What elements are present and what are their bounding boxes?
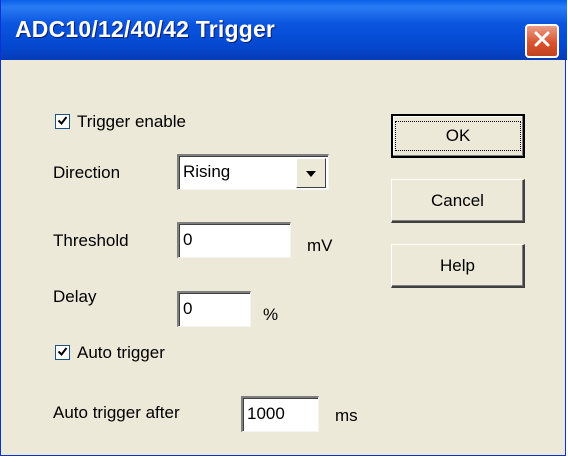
direction-value: Rising	[183, 162, 231, 181]
checkmark-icon	[57, 113, 68, 131]
chevron-down-icon	[305, 157, 317, 189]
trigger-dialog: ADC10/12/40/42 Trigger Trigger enable Di…	[0, 0, 567, 456]
auto-trigger-after-label: Auto trigger after	[53, 403, 180, 422]
auto-trigger-after-input[interactable]: 1000	[241, 396, 319, 432]
close-icon	[533, 30, 551, 53]
threshold-unit: mV	[307, 236, 333, 255]
auto-trigger-label[interactable]: Auto trigger	[77, 343, 165, 363]
checkmark-icon	[57, 344, 68, 362]
threshold-label: Threshold	[53, 231, 129, 250]
trigger-enable-checkbox[interactable]	[55, 114, 70, 129]
auto-trigger-after-unit: ms	[335, 406, 358, 425]
delay-unit: %	[263, 305, 279, 324]
ok-button-label: OK	[394, 121, 522, 151]
delay-input[interactable]: 0	[177, 291, 251, 327]
help-button[interactable]: Help	[391, 244, 525, 288]
direction-select[interactable]: Rising	[177, 154, 329, 190]
delay-label: Delay	[53, 287, 97, 306]
threshold-input[interactable]: 0	[177, 222, 291, 258]
direction-label: Direction	[53, 163, 121, 182]
close-button[interactable]	[525, 24, 559, 58]
trigger-enable-label[interactable]: Trigger enable	[77, 112, 186, 132]
window-title: ADC10/12/40/42 Trigger	[15, 16, 276, 42]
ok-button[interactable]: OK	[391, 114, 525, 158]
cancel-button-label: Cancel	[431, 190, 484, 210]
direction-dropdown-button[interactable]	[296, 158, 326, 188]
title-bar[interactable]: ADC10/12/40/42 Trigger	[1, 0, 567, 60]
auto-trigger-checkbox[interactable]	[55, 345, 70, 360]
help-button-label: Help	[440, 255, 475, 275]
cancel-button[interactable]: Cancel	[391, 179, 525, 223]
